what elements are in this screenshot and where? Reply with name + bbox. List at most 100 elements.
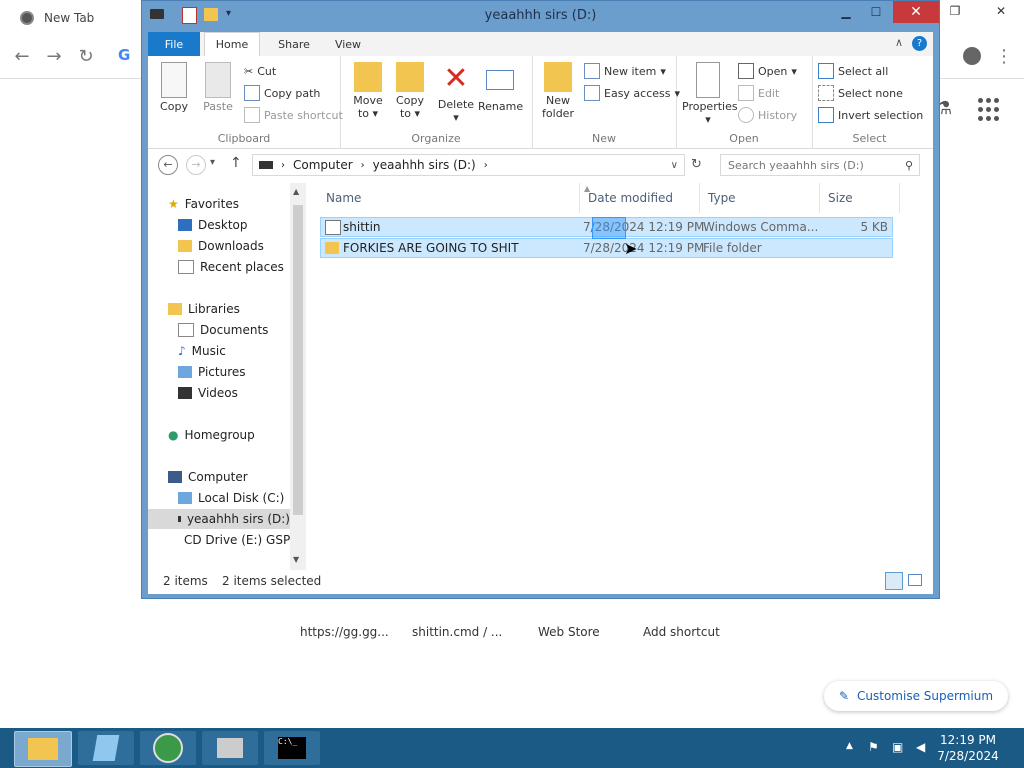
network-icon[interactable]: ▣ [892, 740, 903, 754]
address-bar[interactable]: › Computer › yeaahhh sirs (D:) › ∨ [252, 154, 685, 176]
shortcut-tile[interactable]: https://gg.gg... [300, 625, 389, 639]
scissors-icon: ✂ [244, 64, 254, 78]
large-icons-view-icon[interactable] [908, 574, 922, 586]
chevron-down-icon[interactable]: ∨ [671, 160, 678, 171]
back-icon[interactable]: ← [8, 42, 36, 70]
new-item-icon [584, 63, 600, 79]
scroll-thumb[interactable] [293, 205, 303, 515]
easy-access-button[interactable]: Easy access ▾ [584, 84, 680, 102]
browser-task-icon[interactable] [140, 731, 196, 765]
nav-cd-drive[interactable]: CD Drive (E:) GSP [178, 530, 290, 550]
select-none-button[interactable]: Select none [818, 84, 903, 102]
properties-button[interactable]: Properties ▾ [682, 62, 738, 126]
browser-tab[interactable]: New Tab [8, 4, 142, 32]
new-item-button[interactable]: New item ▾ [584, 62, 666, 80]
copy-path-button[interactable]: Copy path [244, 84, 320, 102]
clock[interactable]: 12:19 PM 7/28/2024 [936, 732, 1000, 764]
tab-share[interactable]: Share [268, 32, 320, 56]
nav-desktop[interactable]: Desktop [178, 215, 248, 235]
back-icon[interactable]: ← [158, 155, 178, 175]
nav-documents[interactable]: Documents [178, 320, 268, 340]
search-input[interactable]: Search yeaahhh sirs (D:) ⚲ [720, 154, 920, 176]
minimize-icon[interactable]: ▁ [831, 1, 861, 23]
history-button[interactable]: History [738, 106, 797, 124]
nav-libraries[interactable]: Libraries [168, 299, 240, 319]
nav-label: Documents [200, 323, 269, 337]
volume-icon[interactable]: ◀ [916, 740, 925, 754]
invert-selection-button[interactable]: Invert selection [818, 106, 923, 124]
edit-button[interactable]: Edit [738, 84, 779, 102]
column-header-name[interactable]: Name [318, 183, 580, 213]
paste-button[interactable]: Paste [196, 62, 240, 113]
recent-locations-icon[interactable]: ▾ [210, 157, 215, 168]
shortcut-tile[interactable]: shittin.cmd / ... [412, 625, 502, 639]
organize-group-label: Organize [411, 132, 461, 145]
computer-icon [168, 471, 182, 483]
homegroup-icon: ● [168, 428, 179, 442]
rename-button[interactable]: Rename [478, 62, 523, 113]
forward-icon[interactable]: → [40, 42, 68, 70]
profile-icon[interactable] [958, 42, 986, 70]
move-to-icon [354, 62, 382, 92]
scroll-down-icon[interactable]: ▼ [293, 555, 299, 564]
file-list: ▲ Name Date modified Type Size shittin 7… [306, 183, 933, 570]
drive-icon [259, 161, 273, 169]
details-view-icon[interactable] [885, 572, 903, 590]
nav-favorites[interactable]: ★ Favorites [168, 194, 239, 214]
shortcut-tile[interactable]: Web Store [538, 625, 600, 639]
new-folder-button[interactable]: New folder [536, 62, 580, 120]
up-icon[interactable]: ↑ [230, 155, 242, 171]
scroll-up-icon[interactable]: ▲ [293, 187, 299, 196]
action-center-icon[interactable]: ⚑ [868, 740, 879, 754]
cut-button[interactable]: ✂ Cut [244, 62, 276, 80]
reload-icon[interactable]: ↻ [72, 42, 100, 70]
nav-videos[interactable]: Videos [178, 383, 238, 403]
nav-recent-places[interactable]: Recent places [178, 257, 284, 277]
nav-drive-d[interactable]: yeaahhh sirs (D:) [148, 509, 290, 529]
file-explorer-task-icon[interactable] [14, 731, 72, 767]
copy-to-button[interactable]: Copy to ▾ [388, 62, 432, 120]
refresh-icon[interactable]: ↻ [691, 157, 702, 172]
nav-computer[interactable]: Computer [168, 467, 248, 487]
copy-button[interactable]: Copy [152, 62, 196, 113]
notepad-task-icon[interactable] [78, 731, 134, 765]
apps-icon[interactable] [978, 98, 1002, 122]
column-header-date[interactable]: Date modified [580, 183, 700, 213]
nav-local-disk[interactable]: Local Disk (C:) [178, 488, 284, 508]
maximize-icon[interactable]: ☐ [861, 1, 891, 23]
help-icon[interactable]: ? [912, 36, 927, 51]
open-button[interactable]: Open ▾ [738, 62, 797, 80]
breadcrumb-computer[interactable]: Computer [293, 158, 353, 172]
new-group-label: New [592, 132, 616, 145]
nav-label: Homegroup [184, 428, 255, 442]
tab-home[interactable]: Home [204, 32, 260, 56]
paste-shortcut-button[interactable]: Paste shortcut [244, 106, 343, 124]
breadcrumb-drive[interactable]: yeaahhh sirs (D:) [373, 158, 476, 172]
nav-label: Libraries [188, 302, 240, 316]
tab-view[interactable]: View [324, 32, 372, 56]
customise-button[interactable]: ✎ Customise Supermium [824, 681, 1008, 711]
nav-scrollbar[interactable]: ▲ ▼ [290, 183, 306, 570]
add-shortcut-tile[interactable]: Add shortcut [643, 625, 720, 639]
cmd-task-icon[interactable]: C:\_ [264, 731, 320, 765]
select-all-button[interactable]: Select all [818, 62, 888, 80]
tab-file[interactable]: File [148, 32, 200, 56]
delete-button[interactable]: ✕ Delete ▾ [434, 62, 478, 125]
collapse-ribbon-icon[interactable]: ∧ [895, 36, 903, 49]
file-size: 5 KB [860, 220, 888, 234]
nav-music[interactable]: ♪ Music [178, 341, 226, 361]
column-header-size[interactable]: Size [820, 183, 900, 213]
tray-overflow-icon[interactable]: ▲ [846, 741, 853, 751]
printer-task-icon[interactable] [202, 731, 258, 765]
column-header-type[interactable]: Type [700, 183, 820, 213]
file-row[interactable]: FORKIES ARE GOING TO SHIT 7/28/2024 12:1… [320, 238, 893, 258]
move-to-button[interactable]: Move to ▾ [346, 62, 390, 120]
nav-homegroup[interactable]: ● Homegroup [168, 425, 255, 445]
explorer-titlebar[interactable]: ▾ yeaahhh sirs (D:) ▁ ☐ ✕ [142, 1, 939, 31]
forward-icon[interactable]: → [186, 155, 206, 175]
close-icon[interactable]: ✕ [978, 0, 1024, 22]
menu-icon[interactable]: ⋮ [990, 42, 1018, 70]
close-button[interactable]: ✕ [893, 1, 939, 23]
nav-downloads[interactable]: Downloads [178, 236, 264, 256]
nav-pictures[interactable]: Pictures [178, 362, 246, 382]
